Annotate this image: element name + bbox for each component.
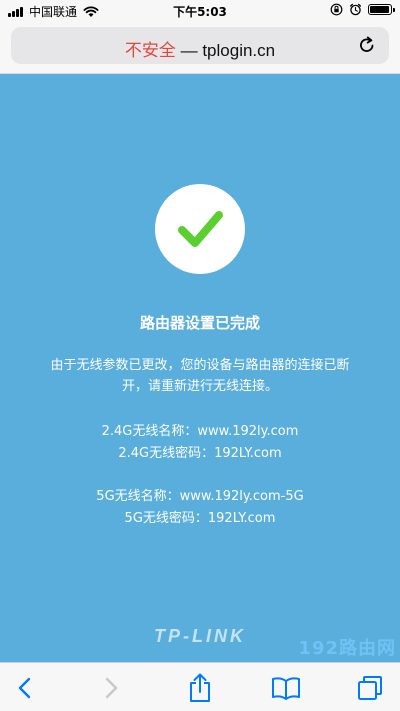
reload-icon[interactable] [357,35,377,55]
forward-icon [105,677,118,698]
back-button[interactable] [0,663,54,711]
battery-level [370,6,389,13]
address-bar[interactable]: 不安全 — tplogin.cn [11,27,389,64]
share-button[interactable] [170,663,230,711]
address-text[interactable]: 不安全 — tplogin.cn [11,36,389,61]
wifi-5g-name: 5G无线名称：www.192ly.com-5G [96,489,304,504]
screen: 中国联通 下午5:03 不安全 — tplogin.cn 路由器设置已完成 由于… [0,0,400,711]
share-icon [190,673,210,702]
back-icon [18,677,31,698]
alarm-icon [349,3,362,16]
reconnect-message: 由于无线参数已更改，您的设备与路由器的连接已断开，请重新进行无线连接。 [50,358,350,394]
insecure-label: 不安全 [124,41,176,60]
battery-icon [368,4,395,15]
bookmarks-icon [272,676,300,700]
site-watermark: 192路由网 [298,638,396,659]
status-bar: 中国联通 下午5:03 [0,0,400,22]
lock-rotation-icon [330,3,343,16]
wifi-5g-password: 5G无线密码：192LY.com [124,511,276,526]
web-content: 路由器设置已完成 由于无线参数已更改，您的设备与路由器的连接已断开，请重新进行无… [0,74,400,662]
success-circle [155,184,245,274]
address-bar-container: 不安全 — tplogin.cn [0,22,400,74]
bookmarks-button[interactable] [256,663,316,711]
status-right [330,3,395,16]
completion-title: 路由器设置已完成 [139,314,260,332]
wifi-24g-password: 2.4G无线密码：192LY.com [118,446,282,461]
forward-button[interactable] [82,663,142,711]
check-icon [178,211,223,247]
tabs-button[interactable] [340,663,400,711]
tabs-icon [358,675,382,700]
wifi-24g-name: 2.4G无线名称：www.192ly.com [101,424,299,439]
browser-toolbar [0,662,400,711]
address-domain: tplogin.cn [202,41,276,60]
address-separator: — [175,41,203,60]
